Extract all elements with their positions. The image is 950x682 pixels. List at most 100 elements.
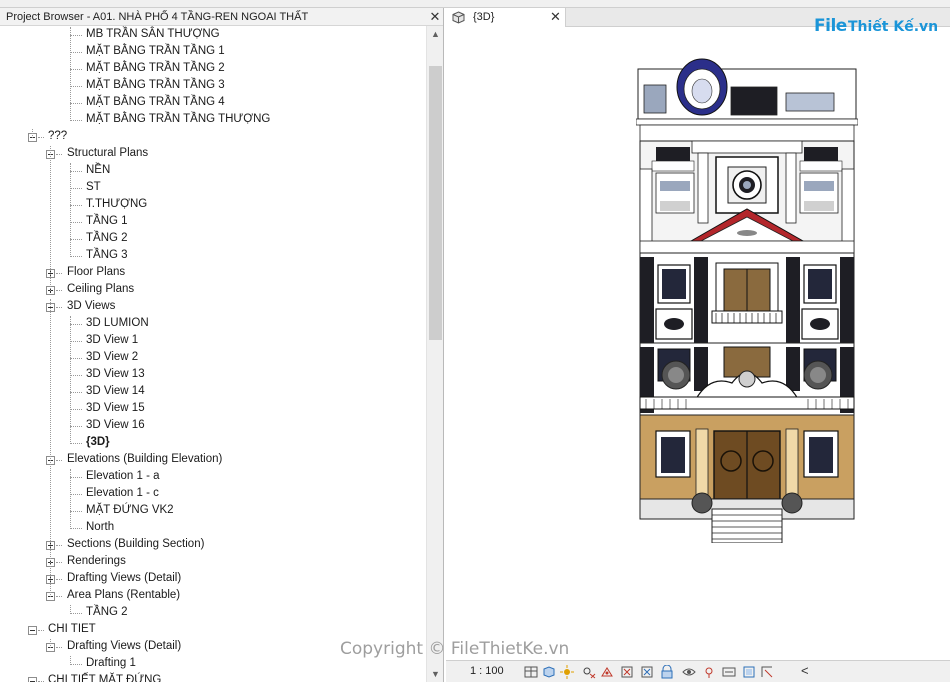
tree-item[interactable]: NỀN	[0, 163, 426, 180]
tree-connector	[70, 494, 82, 495]
tree-item[interactable]: ST	[0, 180, 426, 197]
tree-item[interactable]: MB TRẦN SÂN THƯỢNG	[0, 27, 426, 44]
unlock-3d-icon[interactable]	[660, 665, 674, 679]
temporary-hide-icon[interactable]	[682, 665, 696, 679]
tree-item[interactable]: Elevation 1 - a	[0, 469, 426, 486]
tab-3d-view[interactable]: {3D} ✕	[446, 8, 566, 27]
tree-item[interactable]: MẶT BẰNG TRẦN TẦNG 2	[0, 61, 426, 78]
tree-connector	[70, 613, 82, 614]
project-browser-title: Project Browser - A01. NHÀ PHỐ 4 TẦNG-RE…	[6, 11, 309, 23]
tree-connector	[70, 392, 82, 393]
tree-item[interactable]: MẶT BẰNG TRẦN TẦNG THƯỢNG	[0, 112, 426, 129]
tree-connector	[70, 222, 82, 223]
tree-item[interactable]: CHI TIET	[0, 622, 426, 639]
tree-connector	[70, 239, 82, 240]
tree-item[interactable]: TẦNG 2	[0, 231, 426, 248]
collapse-icon[interactable]	[28, 626, 37, 635]
tree-item[interactable]: Drafting Views (Detail)	[0, 571, 426, 588]
tree-guide-line	[70, 656, 71, 665]
tree-item[interactable]: TẦNG 3	[0, 248, 426, 265]
tree-item[interactable]: T.THƯỢNG	[0, 197, 426, 214]
tree-item-label: MẶT BẰNG TRẦN TẦNG 2	[86, 62, 225, 74]
project-browser-close-icon[interactable]: ✕	[428, 9, 442, 25]
tree-item-active[interactable]: {3D}	[0, 435, 426, 452]
worksharing-icon[interactable]	[722, 665, 736, 679]
shadows-icon[interactable]	[582, 665, 596, 679]
sun-path-icon[interactable]	[560, 665, 574, 679]
visual-style-icon[interactable]	[542, 665, 556, 679]
scrollbar-thumb[interactable]	[429, 66, 442, 340]
analytical-model-icon[interactable]	[742, 665, 756, 679]
tree-item[interactable]: CHI TIẾT MẶT ĐỨNG	[0, 673, 426, 682]
rendering-icon[interactable]	[600, 665, 614, 679]
tree-connector	[56, 154, 62, 155]
tree-item[interactable]: Sections (Building Section)	[0, 537, 426, 554]
tree-item[interactable]: Area Plans (Rentable)	[0, 588, 426, 605]
tree-item-label: Elevation 1 - a	[86, 470, 160, 482]
tree-item[interactable]: MẶT BẰNG TRẦN TẦNG 3	[0, 78, 426, 95]
tree-connector	[56, 579, 62, 580]
tree-item[interactable]: Floor Plans	[0, 265, 426, 282]
tree-item[interactable]: 3D View 13	[0, 367, 426, 384]
tree-item[interactable]: ???	[0, 129, 426, 146]
tree-item-label: T.THƯỢNG	[86, 198, 148, 210]
tree-item[interactable]: 3D View 16	[0, 418, 426, 435]
tree-item-label: Ceiling Plans	[67, 283, 135, 295]
tree-item-label: MẶT BẰNG TRẦN TẦNG 4	[86, 96, 225, 108]
tree-item[interactable]: Renderings	[0, 554, 426, 571]
tree-item[interactable]: TẦNG 2	[0, 605, 426, 622]
show-crop-icon[interactable]	[640, 665, 654, 679]
tree-item[interactable]: 3D Views	[0, 299, 426, 316]
tree-item[interactable]: Elevations (Building Elevation)	[0, 452, 426, 469]
tree-item[interactable]: 3D View 15	[0, 401, 426, 418]
logo-file-text: File	[814, 16, 847, 36]
tree-item-label: MẶT BẰNG TRẦN TẦNG 1	[86, 45, 225, 57]
collapse-chevron-icon[interactable]: <	[801, 663, 809, 678]
tree-item[interactable]: North	[0, 520, 426, 537]
tree-item-label: CHI TIẾT MẶT ĐỨNG	[48, 674, 162, 682]
tree-item-label: ST	[86, 181, 101, 193]
tree-item-label: TẦNG 3	[86, 249, 128, 261]
project-browser-titlebar: Project Browser - A01. NHÀ PHỐ 4 TẦNG-RE…	[0, 8, 443, 26]
project-browser-scrollbar[interactable]: ▲ ▼	[426, 26, 443, 682]
view-scale[interactable]: 1 : 100	[470, 665, 504, 677]
tree-connector	[70, 69, 82, 70]
tree-item-label: 3D View 15	[86, 402, 145, 414]
3d-view-icon	[452, 11, 465, 24]
reveal-hidden-icon[interactable]	[702, 665, 716, 679]
tree-connector	[70, 341, 82, 342]
tree-connector	[70, 477, 82, 478]
tree-item-label: 3D LUMION	[86, 317, 149, 329]
tree-item[interactable]: MẶT BẰNG TRẦN TẦNG 4	[0, 95, 426, 112]
tree-item[interactable]: 3D LUMION	[0, 316, 426, 333]
tree-item[interactable]: 3D View 1	[0, 333, 426, 350]
copyright-watermark: Copyright © FileThietKe.vn	[340, 639, 570, 659]
tree-item[interactable]: Elevation 1 - c	[0, 486, 426, 503]
tree-connector	[38, 630, 44, 631]
tree-item-label: 3D View 13	[86, 368, 145, 380]
building-facade-3d-model[interactable]	[636, 57, 858, 543]
highlight-displacement-icon[interactable]	[760, 665, 774, 679]
tab-close-icon[interactable]: ✕	[550, 9, 561, 25]
scroll-up-icon[interactable]: ▲	[427, 26, 443, 42]
tree-connector	[38, 137, 44, 138]
collapse-icon[interactable]	[28, 677, 37, 682]
scroll-down-icon[interactable]: ▼	[427, 666, 443, 682]
tree-item[interactable]: 3D View 2	[0, 350, 426, 367]
detail-level-icon[interactable]	[524, 665, 538, 679]
tree-item[interactable]: MẶT BẰNG TRẦN TẦNG 1	[0, 44, 426, 61]
tree-connector	[70, 664, 82, 665]
tree-item[interactable]: MẶT ĐỨNG VK2	[0, 503, 426, 520]
tree-connector	[70, 324, 82, 325]
tree-connector	[70, 35, 82, 36]
tree-item[interactable]: 3D View 14	[0, 384, 426, 401]
crop-view-icon[interactable]	[620, 665, 634, 679]
tree-item[interactable]: Ceiling Plans	[0, 282, 426, 299]
project-browser-tree: MB TRẦN SÂN THƯỢNG MẶT BẰNG TRẦN TẦNG 1 MẶ…	[0, 26, 426, 682]
tree-item-label: {3D}	[86, 436, 110, 448]
tree-connector	[56, 596, 62, 597]
tree-guide-line	[70, 605, 71, 614]
tree-item[interactable]: TẦNG 1	[0, 214, 426, 231]
tree-item-label: Elevations (Building Elevation)	[67, 453, 223, 465]
tree-item[interactable]: Structural Plans	[0, 146, 426, 163]
